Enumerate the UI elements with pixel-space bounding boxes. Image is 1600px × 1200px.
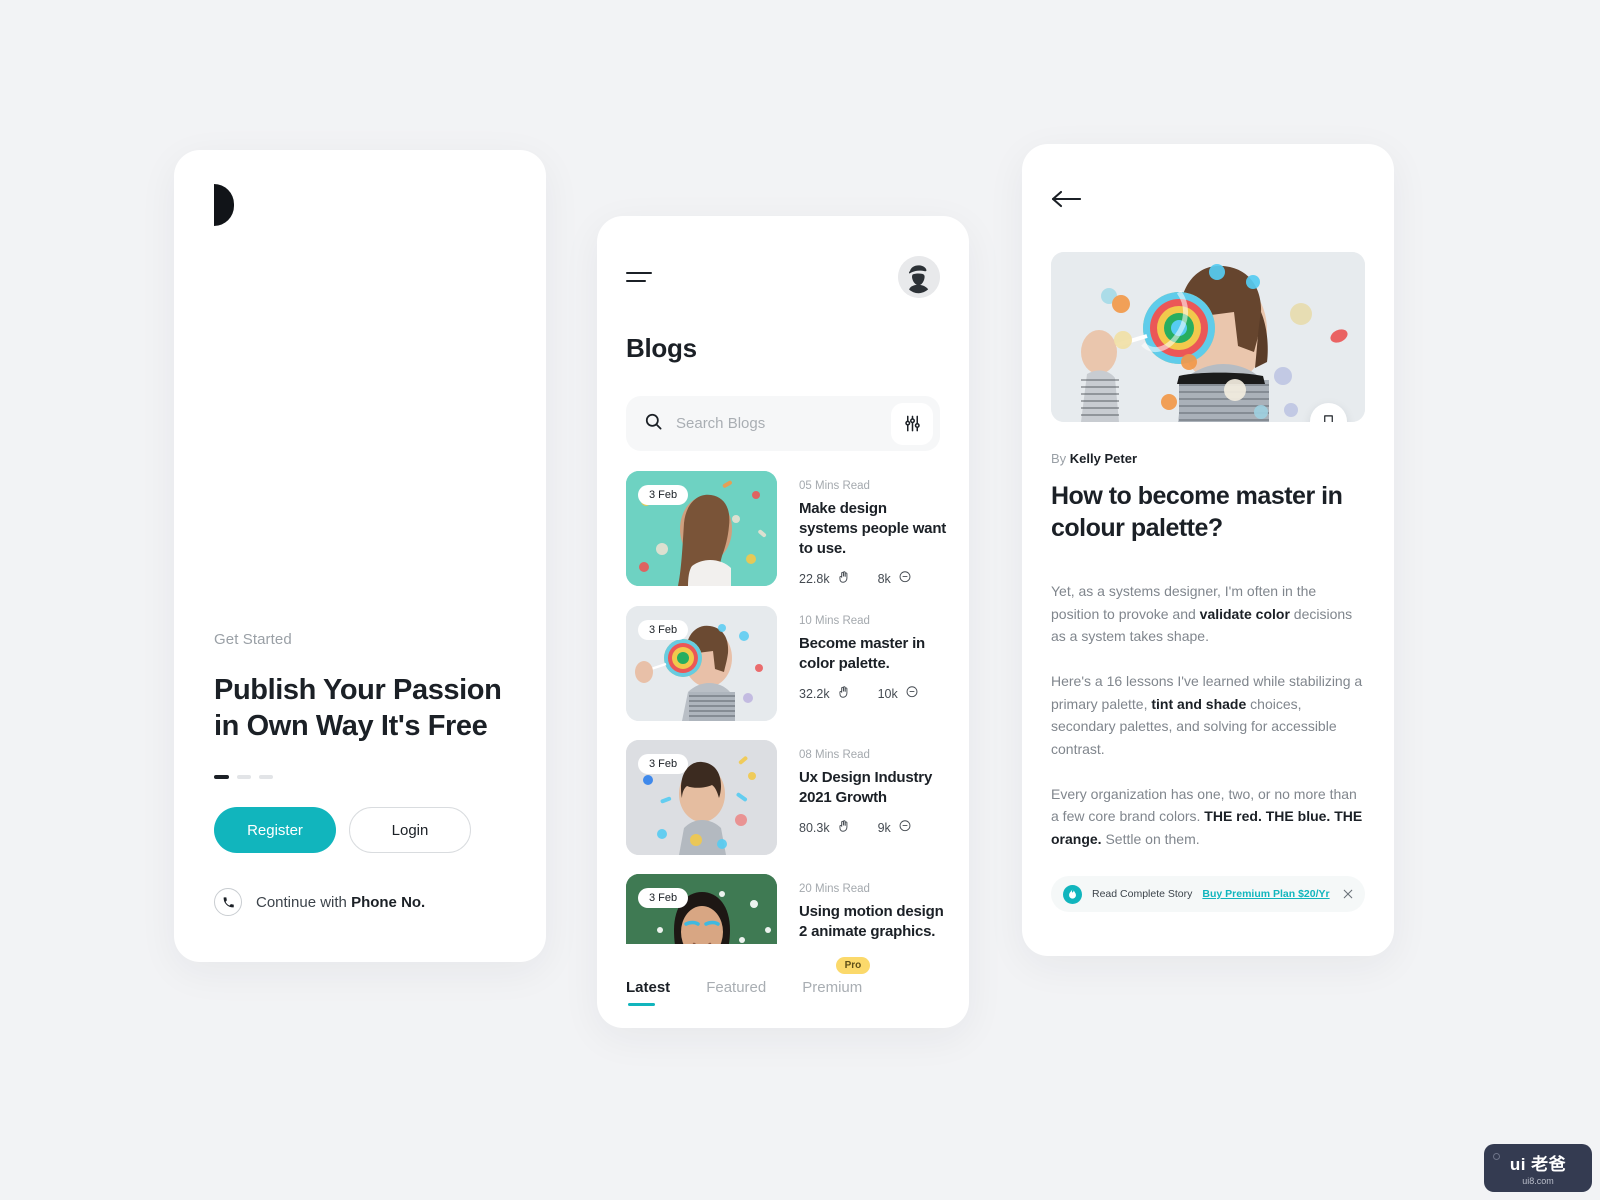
- blog-list-screen: Blogs Search Blogs 3 Feb 05 Mins Read Ma…: [597, 216, 969, 1028]
- list-item[interactable]: 3 Feb 08 Mins Read Ux Design Industry 20…: [626, 740, 947, 856]
- read-time-label: 10 Mins Read: [799, 615, 870, 628]
- blog-meta: 20 Mins Read Using motion design 2 anima…: [799, 874, 947, 944]
- onboarding-screen: Get Started Publish Your Passion in Own …: [174, 150, 546, 962]
- back-arrow-icon[interactable]: [1051, 190, 1082, 213]
- hamburger-menu-icon[interactable]: [626, 272, 652, 282]
- clap-stat: 80.3k: [799, 819, 851, 836]
- continue-with-phone-label: Continue with Phone No.: [256, 893, 426, 911]
- blog-list: 3 Feb 05 Mins Read Make design systems p…: [626, 471, 947, 944]
- article-body: Yet, as a systems designer, I'm often in…: [1051, 580, 1368, 873]
- hero-image: [1051, 252, 1365, 422]
- page-title: Publish Your Passion in Own Way It's Fre…: [214, 673, 502, 743]
- comment-count: 9k: [877, 820, 891, 835]
- clap-icon: [837, 819, 851, 836]
- watermark-title: ui 老爸: [1509, 1155, 1567, 1174]
- blog-title: Ux Design Industry 2021 Growth: [799, 769, 933, 807]
- blog-thumbnail: 3 Feb: [626, 471, 777, 586]
- clap-icon: [837, 570, 851, 587]
- date-badge: 3 Feb: [638, 888, 689, 909]
- phone-icon: [214, 888, 242, 916]
- comment-icon: [898, 819, 912, 836]
- blog-thumbnail: 3 Feb: [626, 606, 777, 722]
- carousel-dot-3[interactable]: [259, 775, 273, 779]
- buy-premium-link[interactable]: Buy Premium Plan $20/Yr: [1202, 888, 1329, 900]
- logo-d-icon: [214, 184, 234, 226]
- promo-label: Read Complete Story: [1092, 888, 1193, 900]
- blog-stats: 32.2k 10k: [799, 685, 947, 702]
- search-bar[interactable]: [626, 396, 940, 451]
- watermark-dot-icon: [1493, 1153, 1500, 1160]
- tab-premium[interactable]: Premium Pro: [802, 957, 871, 1006]
- blog-title: Make design systems people want to use.: [799, 500, 947, 558]
- read-time-label: 08 Mins Read: [799, 749, 870, 762]
- get-started-label: Get Started: [214, 630, 292, 648]
- register-button[interactable]: Register: [214, 807, 336, 853]
- list-item[interactable]: 3 Feb 05 Mins Read Make design systems p…: [626, 471, 947, 587]
- date-badge: 3 Feb: [638, 485, 689, 505]
- blog-title: Using motion design 2 animate graphics.: [799, 903, 944, 941]
- article-paragraph-1: Yet, as a systems designer, I'm often in…: [1051, 583, 1353, 645]
- comment-count: 8k: [877, 571, 891, 586]
- article-paragraph-3: Every organization has one, two, or no m…: [1051, 785, 1363, 848]
- blog-meta: 05 Mins Read Make design systems people …: [799, 471, 947, 587]
- search-input[interactable]: [676, 415, 891, 432]
- clap-icon: [837, 685, 851, 702]
- article-paragraph-2: Here's a 16 lessons I've learned while s…: [1051, 673, 1363, 758]
- clap-stat: 22.8k: [799, 570, 851, 587]
- date-badge: 3 Feb: [638, 620, 689, 641]
- blog-stats: 80.3k 9k: [799, 819, 947, 836]
- comment-stat: 10k: [878, 685, 919, 702]
- continue-with-phone-button[interactable]: Continue with Phone No.: [214, 888, 512, 916]
- close-icon[interactable]: [1343, 889, 1353, 899]
- pro-badge: Pro: [835, 957, 871, 974]
- blog-meta: 10 Mins Read Become master in color pale…: [799, 606, 947, 721]
- onboarding-actions: Register Login: [214, 807, 512, 853]
- premium-promo-bar: Read Complete Story Buy Premium Plan $20…: [1051, 876, 1365, 912]
- onboarding-content: Get Started Publish Your Passion in Own …: [214, 631, 512, 916]
- list-item[interactable]: 3 Feb 10 Mins Read Become master in colo…: [626, 606, 947, 722]
- blog-thumbnail: 3 Feb: [626, 740, 777, 856]
- carousel-dot-2[interactable]: [237, 775, 251, 779]
- read-time-label: 05 Mins Read: [799, 480, 870, 492]
- article-title: How to become master in colour palette?: [1051, 482, 1343, 542]
- list-item[interactable]: 3 Feb 20 Mins Read Using motion design 2…: [626, 874, 947, 944]
- watermark-badge: ui 老爸 ui8.com: [1484, 1144, 1592, 1192]
- blog-thumbnail: 3 Feb: [626, 874, 777, 944]
- blog-stats: 22.8k 8k: [799, 570, 947, 587]
- clap-count: 32.2k: [799, 686, 830, 701]
- flame-icon: [1063, 884, 1082, 904]
- article-screen: By Kelly Peter How to become master in c…: [1022, 144, 1394, 956]
- page-title: Blogs: [626, 333, 697, 363]
- blog-title: Become master in color palette.: [799, 635, 926, 673]
- tab-featured[interactable]: Featured: [706, 979, 766, 1006]
- login-button[interactable]: Login: [349, 807, 471, 853]
- carousel-dot-1[interactable]: [214, 775, 229, 779]
- clap-stat: 32.2k: [799, 685, 851, 702]
- tab-latest[interactable]: Latest: [626, 979, 670, 1006]
- byline: By Kelly Peter: [1051, 451, 1137, 466]
- watermark-url: ui8.com: [1522, 1176, 1554, 1186]
- blog-tabs: Latest Featured Premium Pro: [626, 957, 940, 1006]
- comment-icon: [905, 685, 919, 702]
- blog-meta: 08 Mins Read Ux Design Industry 2021 Gro…: [799, 740, 947, 855]
- blog-list-header: [626, 256, 940, 298]
- date-badge: 3 Feb: [638, 754, 689, 775]
- search-icon: [644, 412, 663, 436]
- clap-count: 80.3k: [799, 820, 830, 835]
- comment-stat: 9k: [878, 819, 912, 836]
- read-time-label: 20 Mins Read: [799, 883, 870, 896]
- comment-stat: 8k: [878, 570, 912, 587]
- clap-count: 22.8k: [799, 571, 830, 586]
- canvas: Get Started Publish Your Passion in Own …: [0, 0, 1600, 1200]
- user-avatar[interactable]: [898, 256, 940, 298]
- article-hero: [1051, 252, 1365, 422]
- comment-icon: [898, 570, 912, 587]
- sliders-filter-icon[interactable]: [891, 402, 933, 445]
- comment-count: 10k: [877, 686, 898, 701]
- carousel-dots[interactable]: [214, 775, 512, 779]
